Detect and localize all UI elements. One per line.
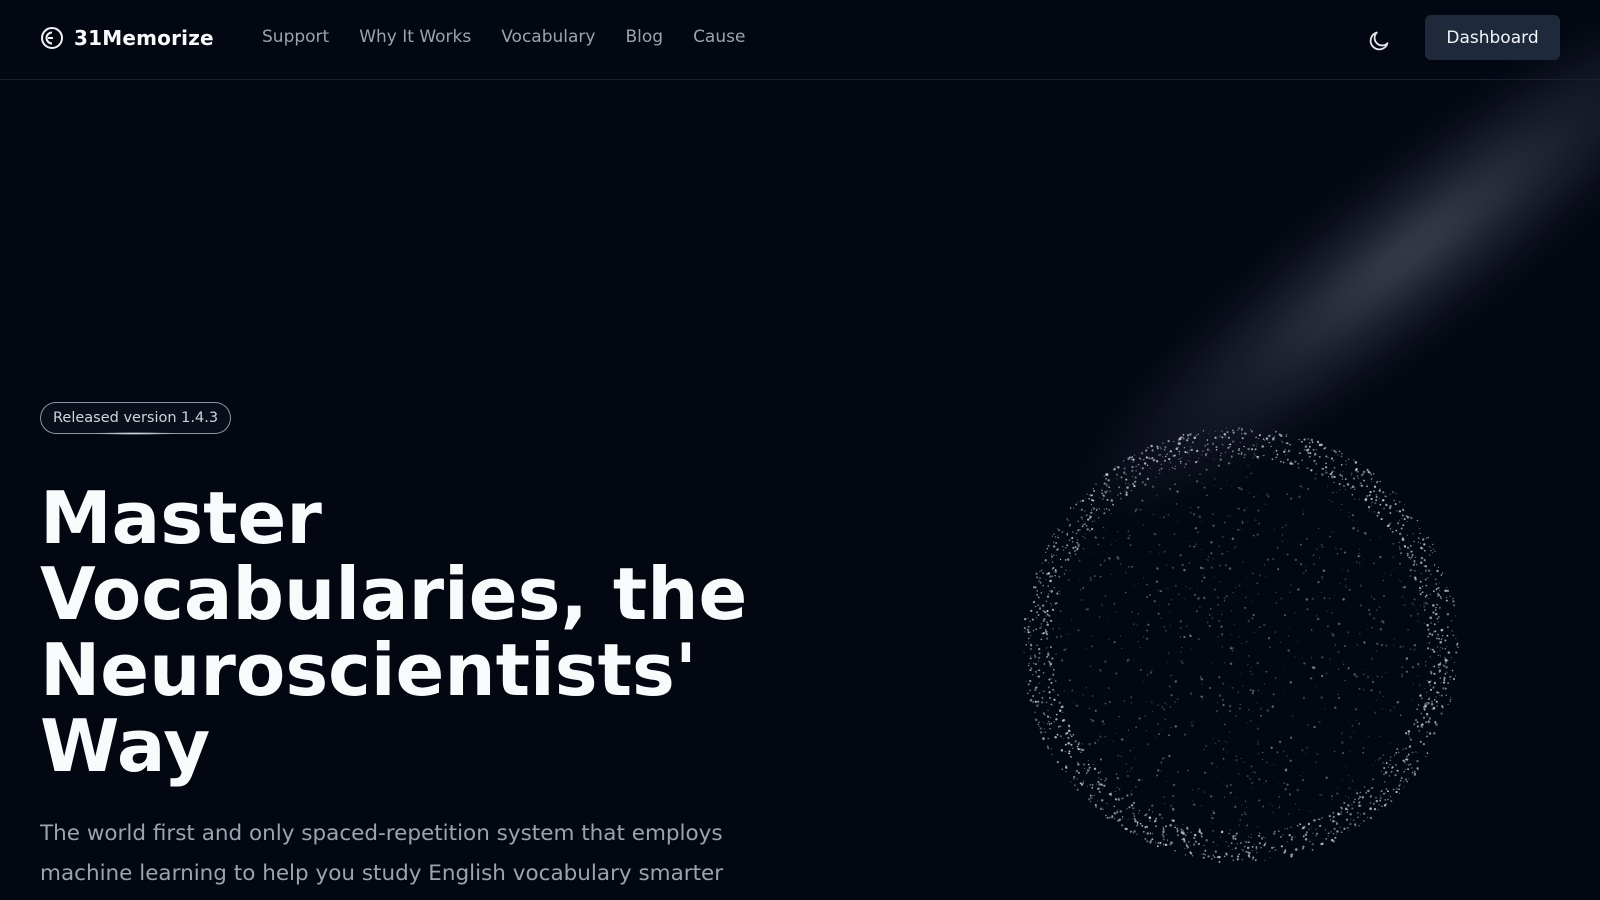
badge-glow-decoration [95, 432, 175, 435]
dashboard-button[interactable]: Dashboard [1425, 15, 1560, 60]
hero-title-line: Vocabularies, the [40, 552, 748, 636]
brand-logo-icon [41, 27, 63, 49]
moon-icon [1369, 31, 1389, 51]
nav-link-support[interactable]: Support [262, 27, 329, 47]
nav-link-blog[interactable]: Blog [625, 27, 663, 47]
nav-link-cause[interactable]: Cause [693, 27, 745, 47]
brand-link[interactable]: 31Memorize [40, 26, 214, 50]
hero-title-line: Way [40, 704, 211, 788]
theme-toggle-button[interactable] [1364, 26, 1394, 56]
particle-sphere-graphic [1023, 427, 1459, 863]
hero-subtitle-line: machine learning to help you study Engli… [40, 861, 724, 886]
hero-subtitle-line: The world first and only spaced-repetiti… [40, 821, 723, 846]
hero-title-line: Neuroscientists' [40, 628, 697, 712]
nav-link-why-it-works[interactable]: Why It Works [359, 27, 471, 47]
top-navbar: 31Memorize Support Why It Works Vocabula… [0, 0, 1600, 80]
landing-page: 31Memorize Support Why It Works Vocabula… [0, 0, 1600, 900]
version-badge[interactable]: Released version 1.4.3 [40, 402, 232, 434]
version-badge-label: Released version 1.4.3 [53, 410, 219, 426]
brand-name: 31Memorize [74, 26, 214, 50]
main-nav: Support Why It Works Vocabulary Blog Cau… [262, 27, 745, 47]
hero-title-line: Master [40, 476, 322, 560]
hero-title: Master Vocabularies, the Neuroscientists… [40, 480, 820, 784]
hero-subtitle: The world first and only spaced-repetiti… [40, 814, 780, 894]
nav-link-vocabulary[interactable]: Vocabulary [501, 27, 595, 47]
